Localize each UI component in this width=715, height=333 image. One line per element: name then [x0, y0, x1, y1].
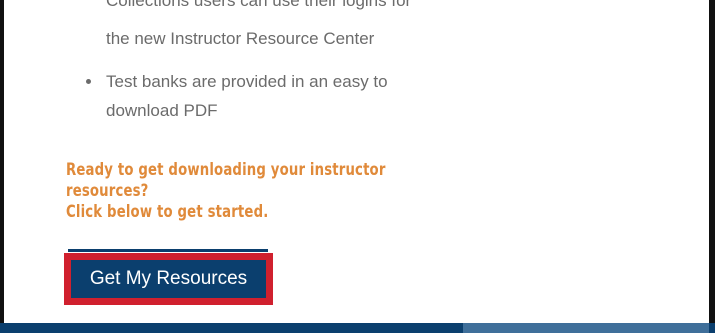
get-my-resources-button[interactable]: Get My Resources [71, 260, 266, 298]
bullet-text-line-2: the new Instructor Resource Center [106, 29, 375, 48]
cta-heading: Ready to get downloading your instructor… [66, 160, 386, 223]
bullet-text-line-3: Test banks are provided in an easy to [106, 72, 388, 91]
bullet-text-line-4: download PDF [106, 101, 218, 120]
button-highlight-box: Get My Resources [64, 253, 273, 305]
page-content: Collections users can use their logins f… [4, 0, 709, 323]
cta-line-1: Ready to get downloading your instructor [66, 160, 386, 180]
footer-bar-accent [463, 323, 709, 333]
cta-line-2: resources? [66, 181, 149, 201]
button-top-border [68, 249, 268, 252]
cta-line-3: Click below to get started. [66, 202, 269, 222]
screen-frame-right [709, 0, 715, 333]
bullet-text-line-1: Collections users can use their logins f… [106, 0, 412, 10]
bullet-icon [86, 79, 91, 84]
